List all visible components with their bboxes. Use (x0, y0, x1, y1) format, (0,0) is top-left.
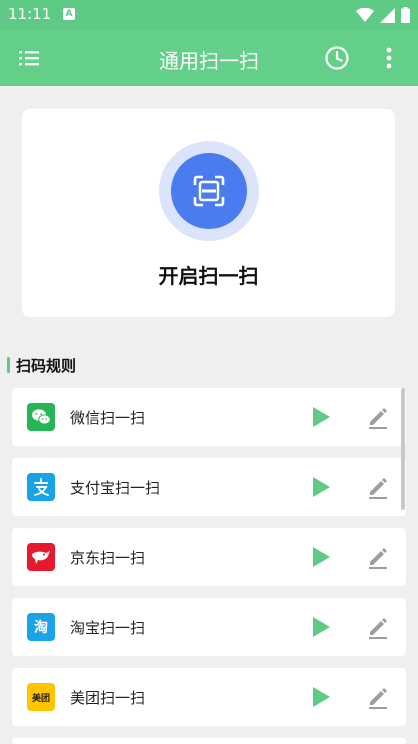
edit-icon[interactable] (366, 405, 390, 429)
play-icon[interactable] (310, 546, 332, 568)
edit-icon[interactable] (366, 685, 390, 709)
rule-label: 微信扫一扫 (70, 409, 146, 427)
rule-item-alipay[interactable]: 支付宝扫一扫 (12, 458, 406, 516)
scan-button-ring (159, 141, 259, 241)
play-icon[interactable] (310, 616, 332, 638)
status-time: 11:11 (8, 5, 52, 23)
rule-item-wechat[interactable]: 微信扫一扫 (12, 388, 406, 446)
page-title: 通用扫一扫 (159, 49, 259, 73)
app-bar: 通用扫一扫 (0, 30, 418, 86)
battery-icon (401, 7, 410, 23)
rule-label: 美团扫一扫 (70, 689, 146, 707)
rule-item-taobao[interactable]: 淘 淘宝扫一扫 (12, 598, 406, 656)
start-scan-label[interactable]: 开启扫一扫 (22, 260, 395, 289)
play-icon[interactable] (310, 406, 332, 428)
section-title: 扫码规则 (16, 356, 77, 375)
alipay-icon (27, 473, 55, 501)
edit-icon[interactable] (366, 545, 390, 569)
play-icon[interactable] (310, 686, 332, 708)
edit-icon[interactable] (366, 475, 390, 499)
rule-label: 淘宝扫一扫 (70, 619, 146, 637)
edit-icon[interactable] (366, 615, 390, 639)
more-vert-icon[interactable] (380, 44, 398, 72)
status-icons (356, 7, 410, 23)
section-accent-bar (7, 357, 10, 373)
wifi-icon (356, 8, 374, 22)
scan-card: 开启扫一扫 (22, 109, 395, 317)
meituan-icon: 美团 (27, 683, 55, 711)
rule-item-partial (12, 738, 406, 744)
taobao-icon: 淘 (27, 613, 55, 641)
wechat-icon (27, 403, 55, 431)
jd-icon (27, 543, 55, 571)
clock-history-icon[interactable] (324, 45, 350, 71)
rule-label: 支付宝扫一扫 (70, 479, 161, 497)
list-scrollbar[interactable] (401, 388, 405, 510)
scan-frame-icon (193, 175, 225, 207)
rules-section-header: 扫码规则 (7, 356, 77, 375)
play-icon[interactable] (310, 476, 332, 498)
status-bar: 11:11 A (0, 0, 418, 30)
rule-label: 京东扫一扫 (70, 549, 146, 567)
rule-item-meituan[interactable]: 美团 美团扫一扫 (12, 668, 406, 726)
notification-icon: A (63, 8, 75, 20)
signal-icon (380, 7, 395, 23)
rule-item-jd[interactable]: 京东扫一扫 (12, 528, 406, 586)
start-scan-button[interactable] (171, 153, 247, 229)
